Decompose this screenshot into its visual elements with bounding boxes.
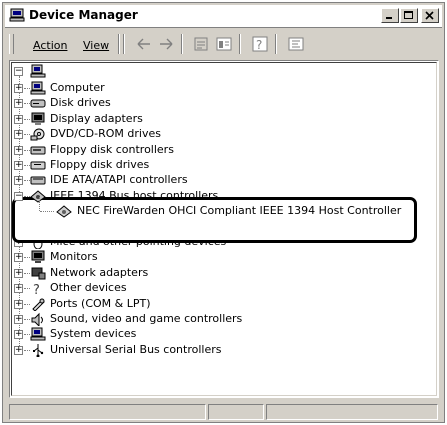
tree-node-label: NEC FireWarden OHCI Compliant IEEE 1394 …: [77, 204, 402, 217]
tree-connector-line: [39, 197, 40, 211]
tree-child-node[interactable]: NEC FireWarden OHCI Compliant IEEE 1394 …: [0, 197, 440, 219]
tree-node-label: IEEE 1394 Bus host controllers: [50, 189, 219, 202]
ieee1394-device-icon: [56, 205, 72, 218]
tree-connector-line: [40, 211, 54, 212]
collapse-toggle[interactable]: −: [14, 192, 23, 201]
highlighted-nodes: − IEEE 1394 Bus host controllers NEC FireW…: [0, 0, 447, 425]
ieee1394-icon: [30, 190, 46, 203]
tree-node[interactable]: − IEEE 1394 Bus host controllers: [0, 188, 440, 204]
